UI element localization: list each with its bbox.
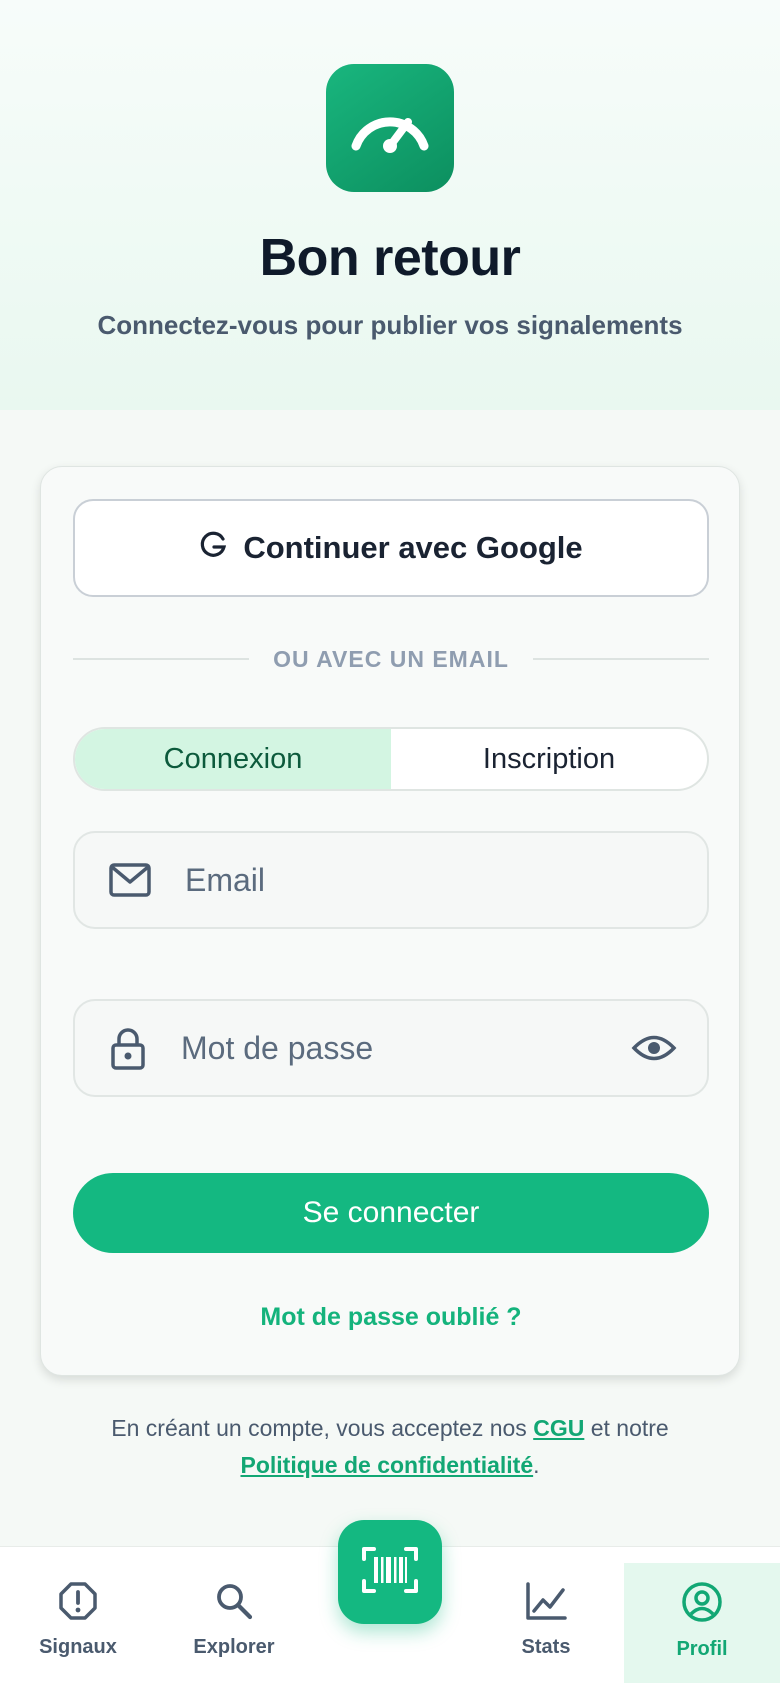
privacy-policy-link[interactable]: Politique de confidentialité	[240, 1452, 533, 1478]
tab-inscription[interactable]: Inscription	[391, 729, 707, 789]
nav-item-profil[interactable]: Profil	[624, 1563, 780, 1683]
nav-label-profil: Profil	[676, 1638, 728, 1660]
legal-prefix: En créant un compte, vous acceptez nos	[111, 1415, 527, 1441]
cgu-link[interactable]: CGU	[533, 1415, 584, 1441]
forgot-password-link[interactable]: Mot de passe oublié ?	[41, 1303, 741, 1332]
mail-icon	[75, 863, 185, 897]
barcode-scan-icon	[362, 1545, 418, 1600]
login-button[interactable]: Se connecter	[73, 1173, 709, 1253]
legal-suffix: .	[533, 1452, 540, 1478]
speedometer-icon	[326, 64, 454, 192]
user-circle-icon	[681, 1581, 723, 1628]
divider-label: OU AVEC UN EMAIL	[273, 645, 509, 672]
divider-line-left	[73, 658, 250, 660]
tab-connexion[interactable]: Connexion	[75, 729, 391, 789]
nav-item-signaux[interactable]: Signaux	[0, 1563, 156, 1683]
nav-label-signaux: Signaux	[39, 1636, 117, 1658]
legal-notice: En créant un compte, vous acceptez nos C…	[60, 1410, 720, 1484]
google-signin-button[interactable]: Continuer avec Google	[73, 499, 709, 597]
page-subtitle: Connectez-vous pour publier vos signalem…	[97, 310, 683, 340]
email-field	[73, 831, 709, 929]
password-field	[73, 999, 709, 1097]
nav-label-explorer: Explorer	[193, 1636, 275, 1658]
page-title: Bon retour	[259, 229, 521, 287]
lock-icon	[75, 1026, 181, 1070]
google-icon	[199, 529, 229, 567]
search-icon	[214, 1581, 254, 1626]
line-chart-icon	[525, 1581, 567, 1626]
scan-button[interactable]	[338, 1520, 442, 1624]
or-divider: OU AVEC UN EMAIL	[73, 641, 709, 677]
legal-middle: et notre	[590, 1415, 669, 1441]
google-signin-label: Continuer avec Google	[243, 530, 583, 565]
nav-label-stats: Stats	[521, 1636, 571, 1658]
email-input[interactable]	[185, 861, 707, 899]
login-card: Continuer avec Google OU AVEC UN EMAIL C…	[40, 466, 740, 1376]
nav-item-stats[interactable]: Stats	[468, 1563, 624, 1683]
alert-octagon-icon	[58, 1581, 98, 1626]
password-input[interactable]	[181, 1029, 601, 1067]
nav-item-explorer[interactable]: Explorer	[156, 1563, 312, 1683]
auth-mode-toggle: Connexion Inscription	[73, 727, 709, 791]
hero-header: Bon retour Connectez-vous pour publier v…	[0, 0, 780, 410]
divider-line-right	[532, 658, 709, 660]
eye-icon[interactable]	[601, 1033, 707, 1063]
